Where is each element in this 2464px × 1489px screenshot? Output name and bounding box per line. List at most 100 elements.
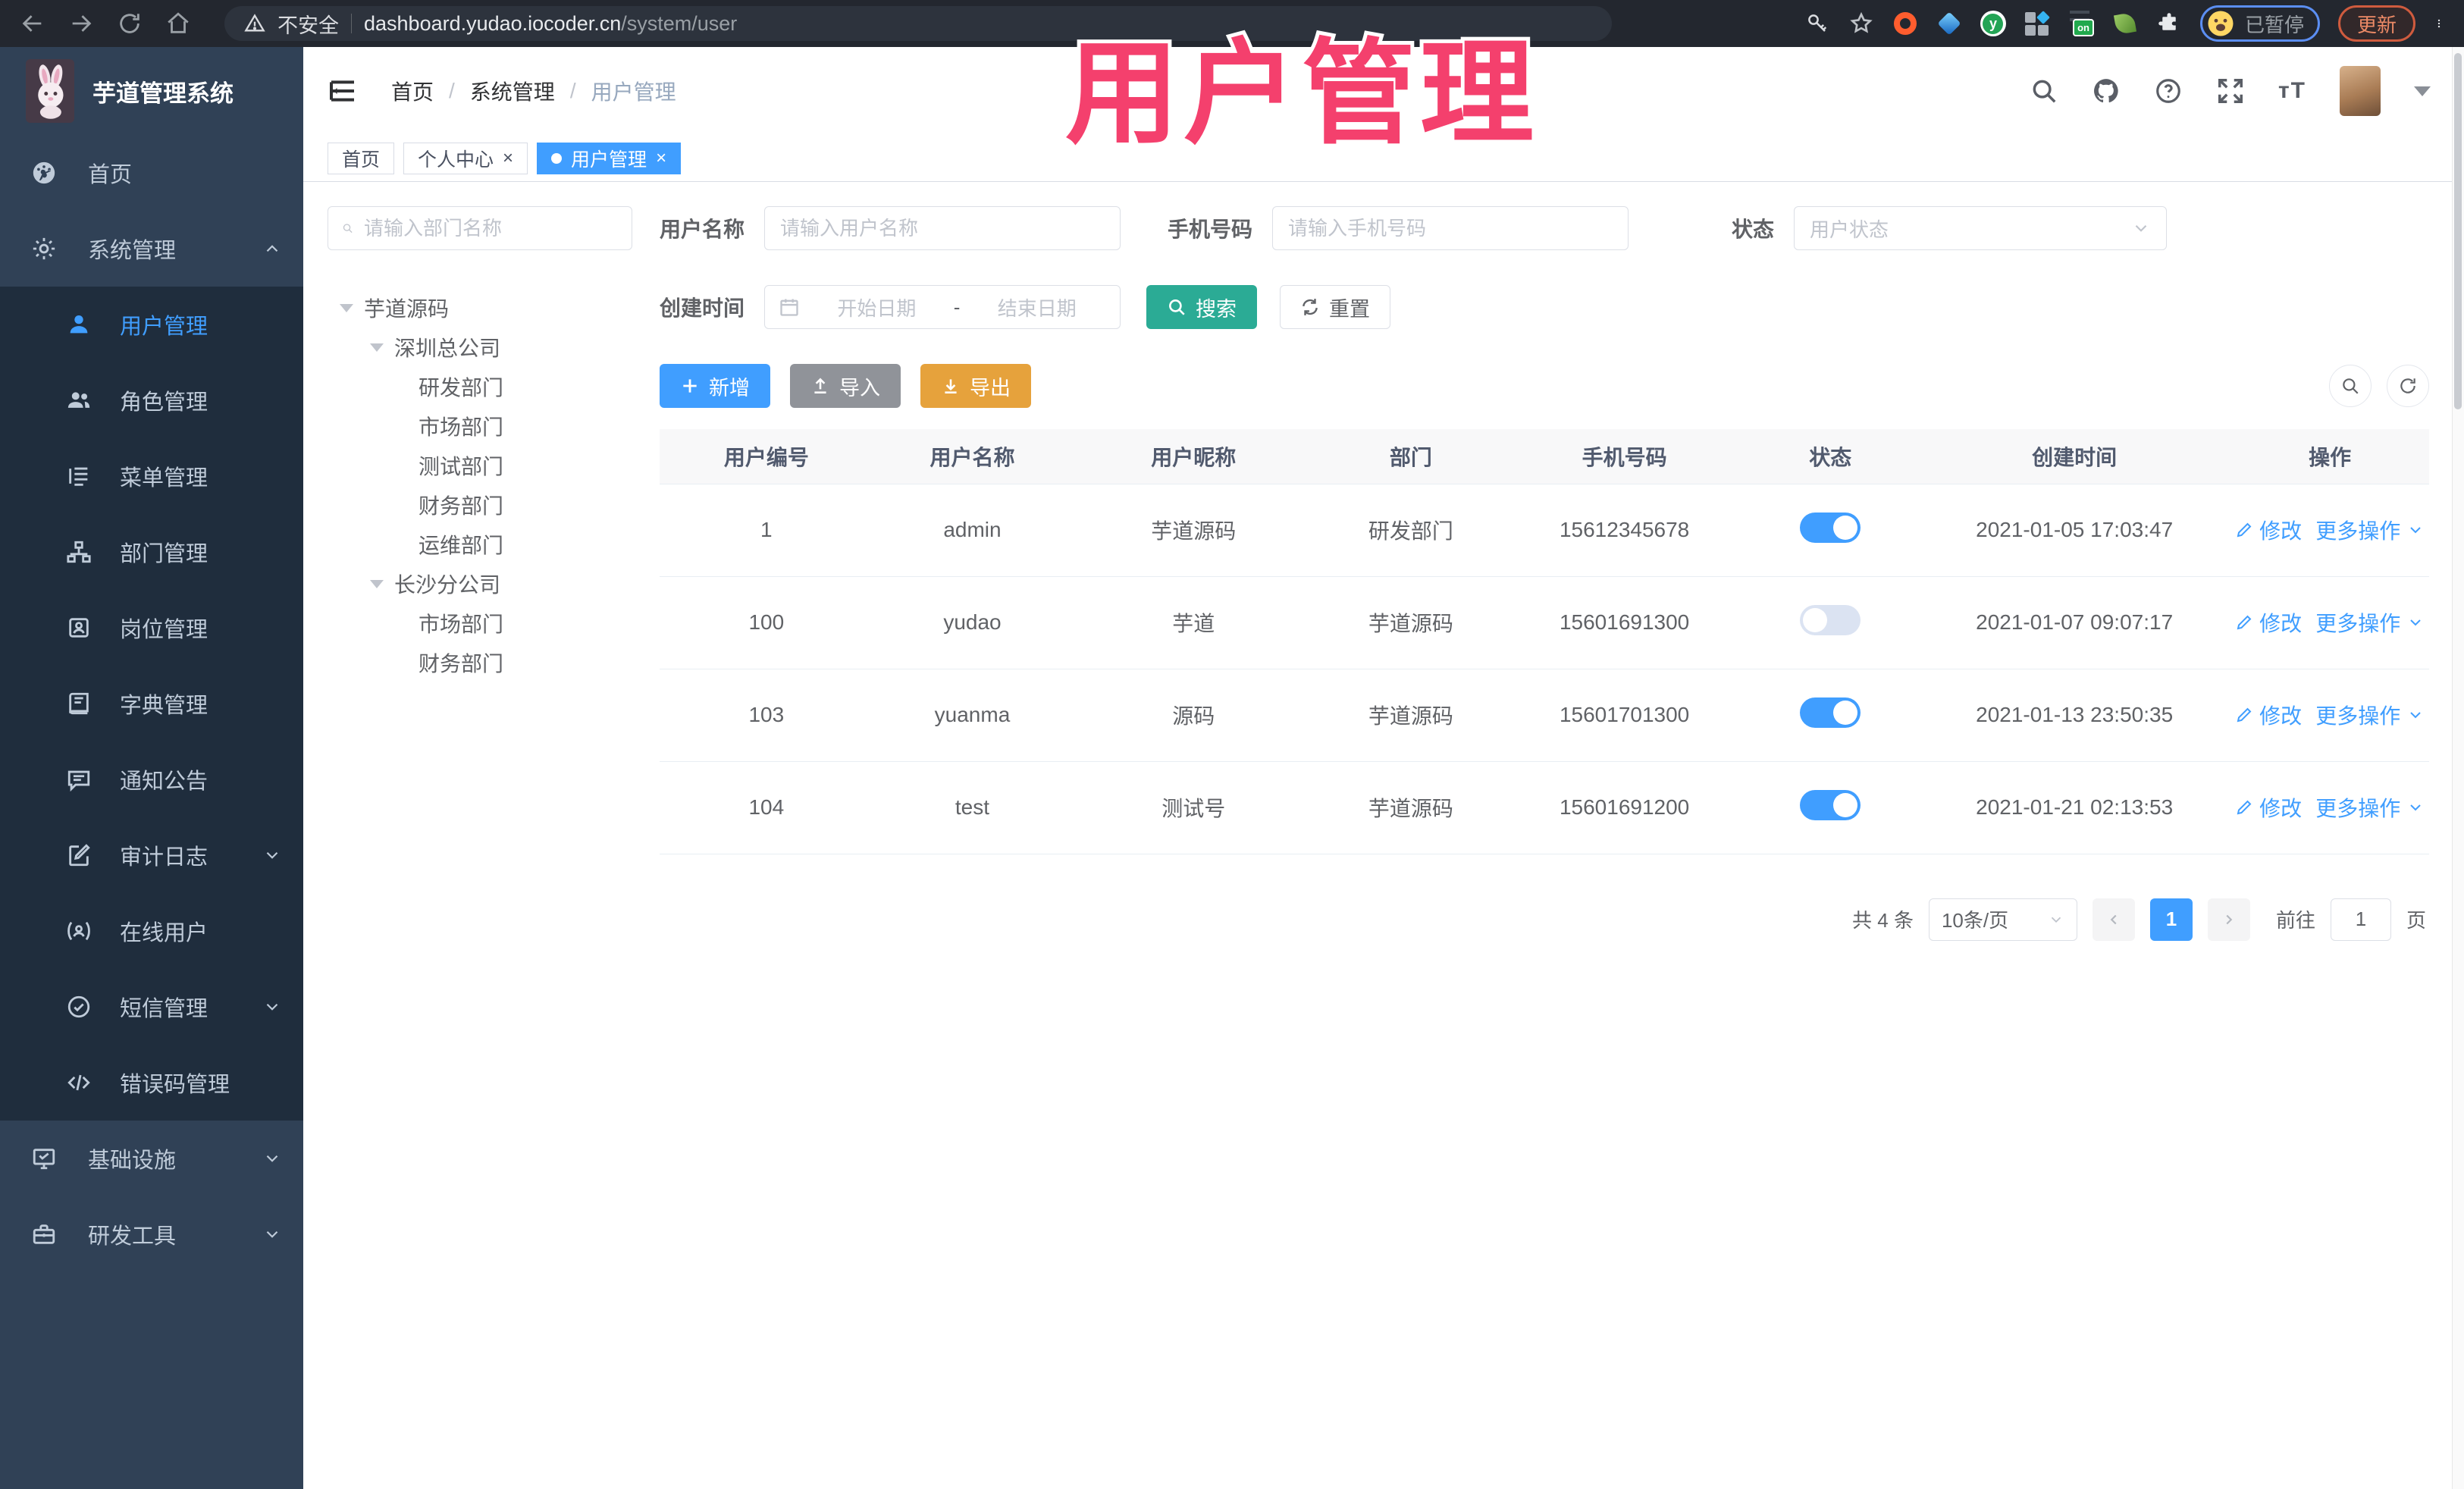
sidebar-item-user-management[interactable]: 用户管理 [0, 287, 303, 362]
sidebar-item-role-management[interactable]: 角色管理 [0, 362, 303, 438]
edit-link[interactable]: 修改 [2235, 700, 2302, 730]
tab-home[interactable]: 首页 [328, 142, 395, 174]
status-toggle[interactable] [1800, 604, 1861, 635]
show-search-toggle-button[interactable] [2329, 365, 2372, 407]
browser-reload-icon[interactable] [117, 11, 143, 36]
status-toggle[interactable] [1800, 789, 1861, 820]
page-number-1[interactable]: 1 [2149, 898, 2193, 941]
sidebar-item-infrastructure[interactable]: 基础设施 [0, 1121, 303, 1196]
monitor-check-icon [30, 1145, 58, 1172]
browser-home-icon[interactable] [165, 11, 191, 36]
tree-node[interactable]: 运维部门 [328, 525, 632, 564]
more-actions-link[interactable]: 更多操作 [2315, 700, 2425, 730]
tree-node[interactable]: 研发部门 [328, 367, 632, 406]
import-button[interactable]: 导入 [790, 364, 901, 408]
tab-user-management[interactable]: 用户管理 × [537, 142, 682, 174]
department-search-input[interactable] [364, 216, 618, 240]
tree-node[interactable]: 测试部门 [328, 446, 632, 485]
more-actions-link[interactable]: 更多操作 [2315, 515, 2425, 545]
page-scrollbar[interactable] [2452, 47, 2464, 1489]
browser-forward-icon[interactable] [68, 11, 94, 36]
sidebar-item-devtools[interactable]: 研发工具 [0, 1196, 303, 1272]
browser-update-button[interactable]: 更新 [2337, 5, 2415, 42]
extension-on-badge-icon[interactable]: on [2068, 11, 2094, 36]
breadcrumb-system[interactable]: 系统管理 [470, 76, 555, 106]
more-actions-link[interactable]: 更多操作 [2315, 792, 2425, 823]
tree-node[interactable]: 长沙分公司 [328, 564, 632, 603]
not-secure-label[interactable]: 不安全 [277, 9, 339, 39]
sidebar-item-system[interactable]: 系统管理 [0, 211, 303, 287]
sidebar-item-home[interactable]: 首页 [0, 135, 303, 211]
more-actions-link[interactable]: 更多操作 [2315, 607, 2425, 638]
refresh-table-button[interactable] [2387, 365, 2429, 407]
page-size-select[interactable]: 10条/页 [1928, 898, 2077, 941]
next-page-button[interactable] [2207, 898, 2250, 941]
avatar-caret-icon[interactable] [2414, 86, 2431, 96]
tree-node[interactable]: 市场部门 [328, 406, 632, 446]
not-secure-warning-icon [244, 13, 265, 34]
breadcrumb-home[interactable]: 首页 [391, 76, 434, 106]
browser-back-icon[interactable] [20, 11, 45, 36]
col-dept: 部门 [1315, 429, 1506, 484]
font-size-icon[interactable]: тT [2278, 78, 2306, 104]
sidebar-item-error-code[interactable]: 错误码管理 [0, 1045, 303, 1121]
tab-profile[interactable]: 个人中心 × [403, 142, 528, 174]
address-bar[interactable]: 不安全 dashboard.yudao.iocoder.cn/system/us… [224, 6, 1612, 41]
sidebar-collapse-icon[interactable] [328, 76, 358, 106]
header-search-icon[interactable] [2030, 77, 2058, 105]
sidebar-item-label: 字典管理 [120, 694, 208, 718]
extension-ublock-icon[interactable] [1892, 11, 1918, 36]
sidebar-item-dept-management[interactable]: 部门管理 [0, 514, 303, 590]
close-icon[interactable]: × [503, 149, 513, 168]
fullscreen-icon[interactable] [2216, 77, 2245, 105]
sidebar-item-notice[interactable]: 通知公告 [0, 741, 303, 817]
sidebar-item-post-management[interactable]: 岗位管理 [0, 590, 303, 666]
search-button[interactable]: 搜索 [1146, 285, 1258, 329]
scrollbar-thumb[interactable] [2454, 53, 2462, 409]
close-icon[interactable]: × [656, 149, 666, 168]
browser-menu-kebab-icon[interactable] [2434, 12, 2444, 35]
help-icon[interactable] [2154, 77, 2183, 105]
tree-caret-icon[interactable] [340, 303, 353, 312]
export-button[interactable]: 导出 [920, 364, 1031, 408]
status-toggle[interactable] [1800, 697, 1861, 728]
sidebar-item-dict-management[interactable]: 字典管理 [0, 666, 303, 741]
sidebar-item-sms-management[interactable]: 短信管理 [0, 969, 303, 1045]
tree-node[interactable]: 芋道源码 [328, 288, 632, 328]
tree-caret-icon[interactable] [370, 579, 384, 588]
status-select[interactable]: 用户状态 [1794, 206, 2168, 250]
status-toggle[interactable] [1800, 512, 1861, 543]
edit-link[interactable]: 修改 [2235, 515, 2302, 545]
sidebar-item-menu-management[interactable]: 菜单管理 [0, 438, 303, 514]
edit-link[interactable]: 修改 [2235, 607, 2302, 638]
tree-node[interactable]: 深圳总公司 [328, 328, 632, 367]
create-time-range-picker[interactable]: 开始日期 - 结束日期 [764, 285, 1121, 329]
sidebar-item-online-users[interactable]: 在线用户 [0, 893, 303, 969]
username-input[interactable] [764, 206, 1121, 250]
url-text[interactable]: dashboard.yudao.iocoder.cn/system/user [364, 12, 737, 36]
mobile-input[interactable] [1272, 206, 1629, 250]
tree-node[interactable]: 财务部门 [328, 643, 632, 682]
extension-leaf-icon[interactable] [2112, 11, 2138, 36]
github-icon[interactable] [2092, 77, 2121, 105]
extension-y-icon[interactable]: y [1980, 11, 2006, 36]
edit-link[interactable]: 修改 [2235, 792, 2302, 823]
prev-page-button[interactable] [2092, 898, 2135, 941]
profile-paused-badge[interactable]: 已暂停 [2199, 5, 2320, 42]
extension-grid-icon[interactable] [2024, 10, 2051, 36]
goto-page-input[interactable] [2330, 898, 2391, 941]
bookmark-star-icon[interactable] [1848, 11, 1874, 36]
reset-button[interactable]: 重置 [1280, 285, 1391, 329]
active-dot-icon [551, 152, 563, 164]
tree-caret-icon[interactable] [370, 343, 384, 352]
key-icon[interactable] [1804, 11, 1830, 36]
sidebar-item-audit-log[interactable]: 审计日志 [0, 817, 303, 893]
add-button[interactable]: 新增 [660, 364, 770, 408]
extension-gem-icon[interactable] [1936, 11, 1962, 36]
tree-node[interactable]: 财务部门 [328, 485, 632, 525]
extension-puzzle-icon[interactable] [2156, 11, 2182, 36]
col-status: 状态 [1742, 429, 1918, 484]
tree-node[interactable]: 市场部门 [328, 603, 632, 643]
app-logo[interactable]: 芋道管理系统 [0, 47, 303, 135]
user-avatar[interactable] [2340, 66, 2381, 116]
